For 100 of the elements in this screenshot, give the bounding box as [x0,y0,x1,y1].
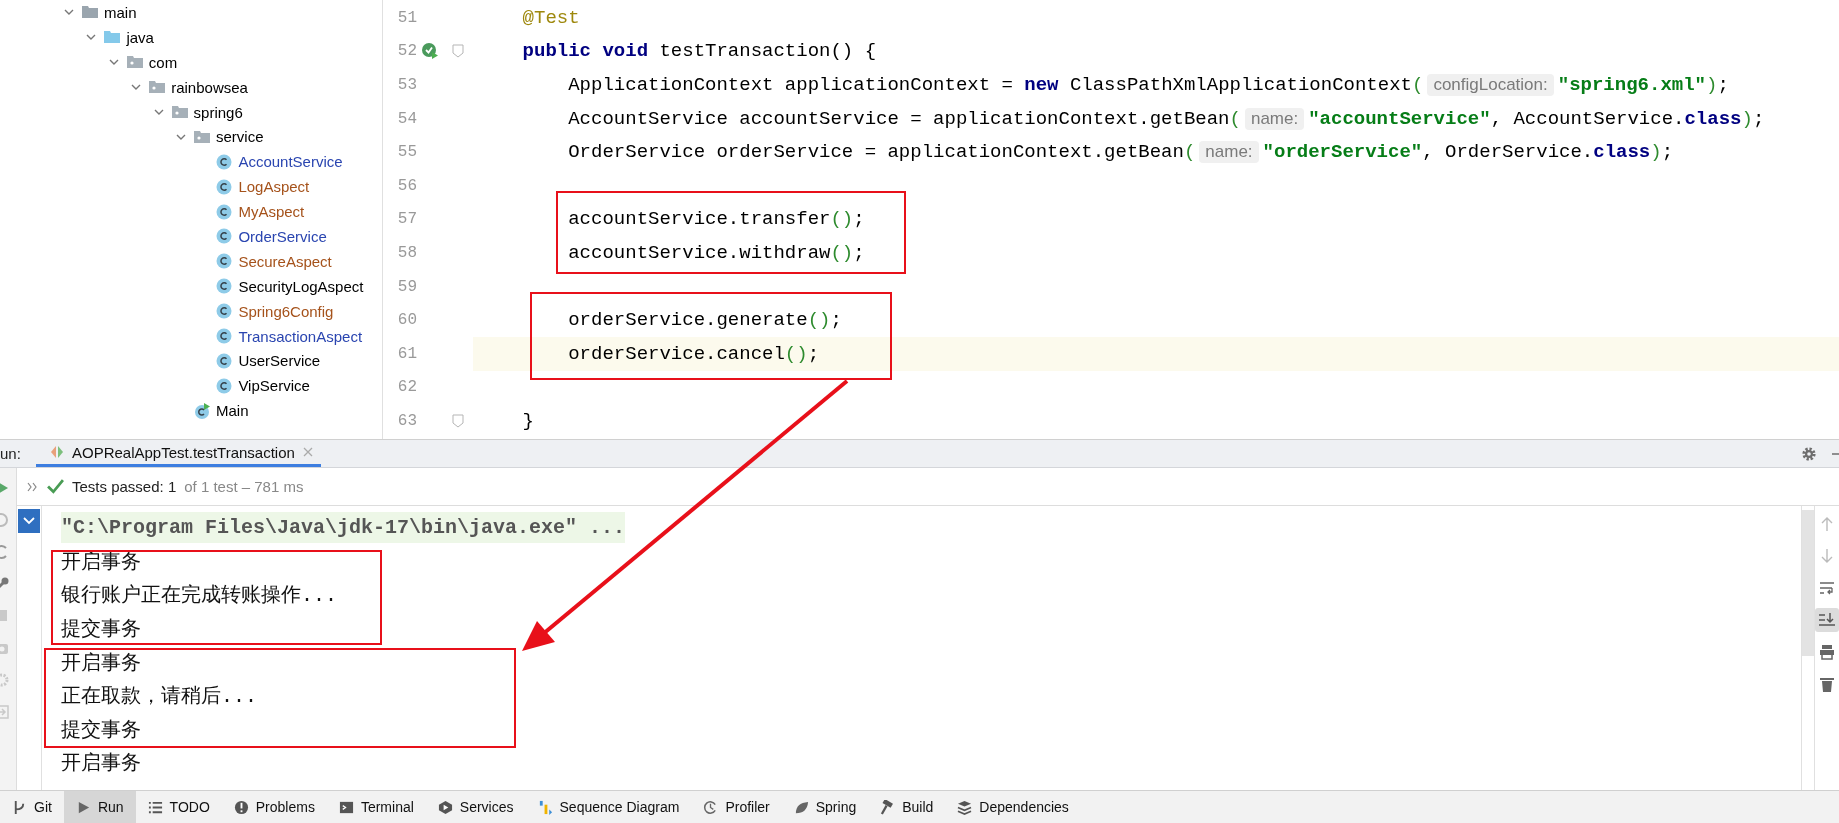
console-output: 银行账户正在完成转账操作... [61,583,337,609]
tool-window-button[interactable]: Profiler [691,791,782,823]
tree-item[interactable]: service [216,128,264,146]
scroll-to-end-icon[interactable] [1815,608,1839,632]
tree-item[interactable]: Main [216,402,249,420]
check-icon [47,479,64,494]
tree-item[interactable]: main [104,3,137,21]
code-text: @Test [521,6,580,29]
class-icon [216,328,233,344]
parameter-hint: name: [1199,141,1259,164]
soft-wrap-icon[interactable] [1819,580,1835,596]
tree-item[interactable]: spring6 [193,103,243,121]
tool-window-button[interactable]: Sequence Diagram [525,791,692,823]
package-icon [171,104,188,120]
code-text: } [521,409,534,432]
fold-marker-icon[interactable] [452,413,464,428]
class-icon [216,153,233,170]
tool-icon [338,799,354,815]
collapse-icon[interactable] [18,509,40,533]
line-number: 59 [396,277,417,296]
parameter-hint: name: [1244,107,1305,130]
tree-item[interactable]: Spring6Config [238,302,334,320]
line-number: 57 [396,210,417,229]
settings-icon[interactable] [1801,445,1817,462]
tree-item[interactable]: SecurityLogAspect [238,277,364,295]
run-tab[interactable]: AOPRealAppTest.testTransaction [36,440,321,467]
history-icon[interactable] [0,512,10,528]
tree-item[interactable]: VipService [238,377,310,395]
class-icon [216,278,233,295]
test-icon [50,445,64,459]
run-test-icon[interactable] [421,42,439,61]
line-number: 61 [396,344,417,363]
code-text: accountService.withdraw(); [567,241,865,264]
line-number: 55 [396,143,417,162]
console-output: 正在取款，请稍后... [61,684,257,710]
class-icon [216,352,233,369]
class-icon [216,377,233,394]
tool-window-button[interactable]: Dependencies [945,791,1081,823]
tree-item[interactable]: AccountService [238,153,343,171]
line-number: 62 [396,378,417,397]
tool-icon [793,799,809,815]
code-text: "spring6.xml"); [1557,74,1729,96]
console-output: 开启事务 [61,650,141,676]
folder-icon [104,29,121,46]
console-output: 开启事务 [61,549,141,575]
code-text: OrderService orderService = applicationContext.getBean( [567,141,1196,164]
tree-item[interactable]: TransactionAspect [238,327,363,345]
line-number: 53 [396,76,417,94]
code-text: orderService.cancel(); [567,342,820,365]
runnable-class-icon [194,402,210,419]
line-number: 52 [396,42,417,61]
tree-item[interactable]: MyAspect [238,203,305,221]
line-number: 56 [396,176,417,195]
class-icon [216,253,233,270]
expand-icon[interactable] [27,481,39,492]
tool-icon [880,799,896,815]
scrollbar-thumb[interactable] [1802,510,1814,656]
tool-window-button[interactable]: Run [63,791,136,823]
tool-icon [233,799,249,815]
parameter-hint: configLocation: [1427,74,1554,96]
tree-item[interactable]: OrderService [238,227,327,245]
tool-icon [537,799,553,815]
code-text: accountService.transfer(); [567,208,865,231]
class-icon [216,203,233,220]
tool-icon [147,799,163,815]
tool-icon [703,799,719,815]
down-arrow-icon[interactable] [1819,548,1835,564]
line-number: 60 [396,311,417,330]
tool-window-button[interactable]: Spring [781,791,869,823]
up-arrow-icon[interactable] [1819,516,1835,532]
tool-icon [957,799,973,815]
tool-window-button[interactable]: Git [0,791,64,823]
console-command: "C:\Program Files\Java\jdk-17\bin\java.exe" ... [61,512,626,544]
class-icon [216,303,233,320]
tree-item[interactable]: UserService [238,352,321,370]
test-details: of 1 test – 781 ms [184,478,304,495]
tree-item[interactable]: java [126,28,154,46]
tree-item[interactable]: rainbowsea [171,78,248,96]
tree-item[interactable]: com [148,53,178,71]
package-icon [194,128,210,145]
panel-title: un: [0,444,22,464]
tool-window-button[interactable]: Problems [221,791,327,823]
line-number: 63 [396,411,417,430]
tool-window-button[interactable]: Terminal [326,791,426,823]
tree-item[interactable]: SecureAspect [238,252,332,270]
class-icon [216,178,233,195]
tree-item[interactable]: LogAspect [238,178,310,196]
rerun-icon[interactable] [0,544,10,560]
tool-window-button[interactable]: TODO [135,791,222,823]
tool-window-button[interactable]: Services [425,791,526,823]
trash-icon[interactable] [1819,676,1835,692]
print-icon[interactable] [1819,644,1835,660]
package-icon [126,54,143,71]
fold-marker-icon[interactable] [452,44,464,59]
code-text: AccountService accountService = applicationContext.getBean( [567,107,1241,130]
close-icon[interactable] [302,447,313,457]
tool-window-button[interactable]: Build [868,791,946,823]
console-output: 提交事务 [61,617,141,643]
line-number: 54 [396,109,417,128]
code-text: ApplicationContext applicationContext = new ClassPathXmlApplicationContext( [567,74,1424,96]
